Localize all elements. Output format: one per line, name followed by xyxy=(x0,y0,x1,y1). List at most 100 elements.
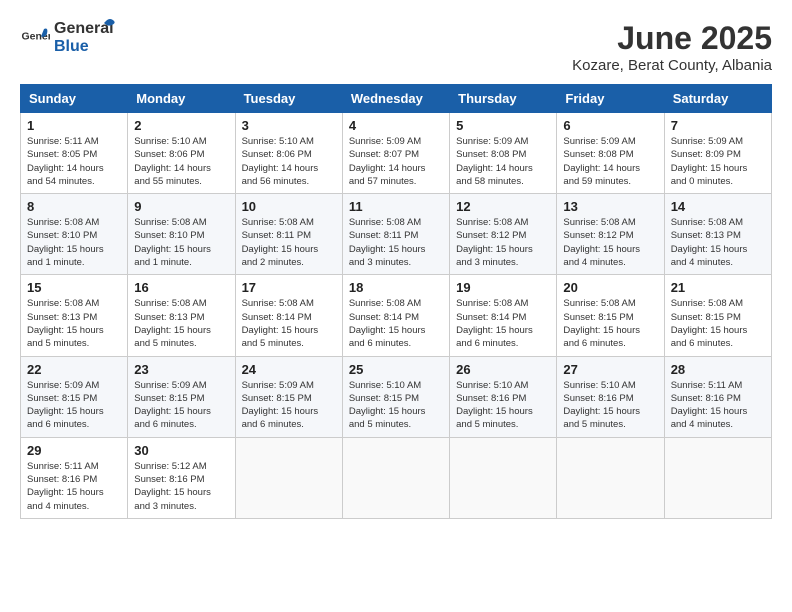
calendar-cell: 27 Sunrise: 5:10 AM Sunset: 8:16 PM Dayli… xyxy=(557,356,664,437)
calendar-table: SundayMondayTuesdayWednesdayThursdayFrid… xyxy=(20,84,772,519)
calendar-cell: 26 Sunrise: 5:10 AM Sunset: 8:16 PM Dayli… xyxy=(450,356,557,437)
calendar-cell: 6 Sunrise: 5:09 AM Sunset: 8:08 PM Daylig… xyxy=(557,113,664,194)
page-header: General General Blue June 2025 Kozare, B… xyxy=(20,20,772,74)
calendar-cell: 15 Sunrise: 5:08 AM Sunset: 8:13 PM Dayli… xyxy=(21,275,128,356)
day-info: Sunrise: 5:09 AM Sunset: 8:15 PM Dayligh… xyxy=(242,379,336,432)
calendar-cell: 20 Sunrise: 5:08 AM Sunset: 8:15 PM Dayli… xyxy=(557,275,664,356)
day-number: 26 xyxy=(456,362,550,377)
calendar-cell: 28Sunrise: 5:11 AM Sunset: 8:16 PM Dayli… xyxy=(664,356,771,437)
day-number: 24 xyxy=(242,362,336,377)
calendar-cell: 11 Sunrise: 5:08 AM Sunset: 8:11 PM Dayli… xyxy=(342,194,449,275)
calendar-cell xyxy=(557,437,664,518)
weekday-header-row: SundayMondayTuesdayWednesdayThursdayFrid… xyxy=(21,85,772,113)
day-number: 12 xyxy=(456,199,550,214)
weekday-header-friday: Friday xyxy=(557,85,664,113)
calendar-cell: 4Sunrise: 5:09 AM Sunset: 8:07 PM Daylig… xyxy=(342,113,449,194)
calendar-cell: 29Sunrise: 5:11 AM Sunset: 8:16 PM Dayli… xyxy=(21,437,128,518)
day-info: Sunrise: 5:08 AM Sunset: 8:10 PM Dayligh… xyxy=(27,216,121,269)
weekday-header-wednesday: Wednesday xyxy=(342,85,449,113)
day-info: Sunrise: 5:09 AM Sunset: 8:08 PM Dayligh… xyxy=(563,135,657,188)
day-number: 23 xyxy=(134,362,228,377)
day-info: Sunrise: 5:10 AM Sunset: 8:15 PM Dayligh… xyxy=(349,379,443,432)
calendar-cell: 2 Sunrise: 5:10 AM Sunset: 8:06 PM Daylig… xyxy=(128,113,235,194)
day-info: Sunrise: 5:08 AM Sunset: 8:13 PM Dayligh… xyxy=(27,297,121,350)
logo-wave-icon xyxy=(88,15,116,43)
day-number: 16 xyxy=(134,280,228,295)
week-row-2: 8 Sunrise: 5:08 AM Sunset: 8:10 PM Daylig… xyxy=(21,194,772,275)
day-number: 19 xyxy=(456,280,550,295)
day-number: 7 xyxy=(671,118,765,133)
day-number: 15 xyxy=(27,280,121,295)
calendar-cell: 7Sunrise: 5:09 AM Sunset: 8:09 PM Daylig… xyxy=(664,113,771,194)
title-block: June 2025 Kozare, Berat County, Albania xyxy=(572,20,772,74)
month-title: June 2025 xyxy=(572,20,772,57)
day-info: Sunrise: 5:08 AM Sunset: 8:11 PM Dayligh… xyxy=(349,216,443,269)
day-info: Sunrise: 5:08 AM Sunset: 8:15 PM Dayligh… xyxy=(671,297,765,350)
day-info: Sunrise: 5:11 AM Sunset: 8:05 PM Dayligh… xyxy=(27,135,121,188)
weekday-header-saturday: Saturday xyxy=(664,85,771,113)
day-number: 9 xyxy=(134,199,228,214)
week-row-5: 29Sunrise: 5:11 AM Sunset: 8:16 PM Dayli… xyxy=(21,437,772,518)
location-title: Kozare, Berat County, Albania xyxy=(572,57,772,74)
day-number: 11 xyxy=(349,199,443,214)
logo-icon: General xyxy=(20,23,50,53)
day-number: 20 xyxy=(563,280,657,295)
calendar-cell: 13 Sunrise: 5:08 AM Sunset: 8:12 PM Dayli… xyxy=(557,194,664,275)
calendar-cell: 8 Sunrise: 5:08 AM Sunset: 8:10 PM Daylig… xyxy=(21,194,128,275)
calendar-cell xyxy=(235,437,342,518)
calendar-cell: 24 Sunrise: 5:09 AM Sunset: 8:15 PM Dayli… xyxy=(235,356,342,437)
day-info: Sunrise: 5:08 AM Sunset: 8:14 PM Dayligh… xyxy=(349,297,443,350)
day-number: 28 xyxy=(671,362,765,377)
logo: General General Blue xyxy=(20,20,116,55)
day-info: Sunrise: 5:10 AM Sunset: 8:16 PM Dayligh… xyxy=(563,379,657,432)
calendar-cell: 14Sunrise: 5:08 AM Sunset: 8:13 PM Dayli… xyxy=(664,194,771,275)
day-number: 3 xyxy=(242,118,336,133)
calendar-cell: 1Sunrise: 5:11 AM Sunset: 8:05 PM Daylig… xyxy=(21,113,128,194)
day-number: 2 xyxy=(134,118,228,133)
day-number: 21 xyxy=(671,280,765,295)
day-info: Sunrise: 5:08 AM Sunset: 8:14 PM Dayligh… xyxy=(456,297,550,350)
day-number: 27 xyxy=(563,362,657,377)
calendar-cell: 21 Sunrise: 5:08 AM Sunset: 8:15 PM Dayli… xyxy=(664,275,771,356)
day-info: Sunrise: 5:08 AM Sunset: 8:15 PM Dayligh… xyxy=(563,297,657,350)
weekday-header-tuesday: Tuesday xyxy=(235,85,342,113)
calendar-cell: 5Sunrise: 5:09 AM Sunset: 8:08 PM Daylig… xyxy=(450,113,557,194)
calendar-cell: 10Sunrise: 5:08 AM Sunset: 8:11 PM Dayli… xyxy=(235,194,342,275)
day-number: 25 xyxy=(349,362,443,377)
day-number: 30 xyxy=(134,443,228,458)
day-info: Sunrise: 5:08 AM Sunset: 8:14 PM Dayligh… xyxy=(242,297,336,350)
day-number: 10 xyxy=(242,199,336,214)
calendar-cell: 16 Sunrise: 5:08 AM Sunset: 8:13 PM Dayli… xyxy=(128,275,235,356)
day-info: Sunrise: 5:10 AM Sunset: 8:06 PM Dayligh… xyxy=(242,135,336,188)
day-number: 17 xyxy=(242,280,336,295)
day-number: 8 xyxy=(27,199,121,214)
day-info: Sunrise: 5:10 AM Sunset: 8:16 PM Dayligh… xyxy=(456,379,550,432)
day-info: Sunrise: 5:08 AM Sunset: 8:13 PM Dayligh… xyxy=(134,297,228,350)
day-number: 13 xyxy=(563,199,657,214)
calendar-cell: 22Sunrise: 5:09 AM Sunset: 8:15 PM Dayli… xyxy=(21,356,128,437)
day-number: 4 xyxy=(349,118,443,133)
calendar-cell xyxy=(664,437,771,518)
calendar-cell: 9Sunrise: 5:08 AM Sunset: 8:10 PM Daylig… xyxy=(128,194,235,275)
calendar-cell: 3 Sunrise: 5:10 AM Sunset: 8:06 PM Daylig… xyxy=(235,113,342,194)
day-number: 6 xyxy=(563,118,657,133)
weekday-header-monday: Monday xyxy=(128,85,235,113)
week-row-4: 22 Sunrise: 5:09 AM Sunset: 8:15 PM Dayli… xyxy=(21,356,772,437)
calendar-cell: 18 Sunrise: 5:08 AM Sunset: 8:14 PM Dayli… xyxy=(342,275,449,356)
week-row-3: 15 Sunrise: 5:08 AM Sunset: 8:13 PM Dayli… xyxy=(21,275,772,356)
day-info: Sunrise: 5:09 AM Sunset: 8:08 PM Dayligh… xyxy=(456,135,550,188)
weekday-header-sunday: Sunday xyxy=(21,85,128,113)
day-info: Sunrise: 5:10 AM Sunset: 8:06 PM Dayligh… xyxy=(134,135,228,188)
calendar-cell: 17 Sunrise: 5:08 AM Sunset: 8:14 PM Dayli… xyxy=(235,275,342,356)
day-info: Sunrise: 5:11 AM Sunset: 8:16 PM Dayligh… xyxy=(27,460,121,513)
day-info: Sunrise: 5:08 AM Sunset: 8:12 PM Dayligh… xyxy=(563,216,657,269)
weekday-header-thursday: Thursday xyxy=(450,85,557,113)
calendar-cell: 30 Sunrise: 5:12 AM Sunset: 8:16 PM Dayli… xyxy=(128,437,235,518)
day-number: 22 xyxy=(27,362,121,377)
week-row-1: 1Sunrise: 5:11 AM Sunset: 8:05 PM Daylig… xyxy=(21,113,772,194)
calendar-cell: 19 Sunrise: 5:08 AM Sunset: 8:14 PM Dayli… xyxy=(450,275,557,356)
day-info: Sunrise: 5:09 AM Sunset: 8:15 PM Dayligh… xyxy=(134,379,228,432)
calendar-cell: 12Sunrise: 5:08 AM Sunset: 8:12 PM Dayli… xyxy=(450,194,557,275)
day-info: Sunrise: 5:12 AM Sunset: 8:16 PM Dayligh… xyxy=(134,460,228,513)
day-number: 18 xyxy=(349,280,443,295)
